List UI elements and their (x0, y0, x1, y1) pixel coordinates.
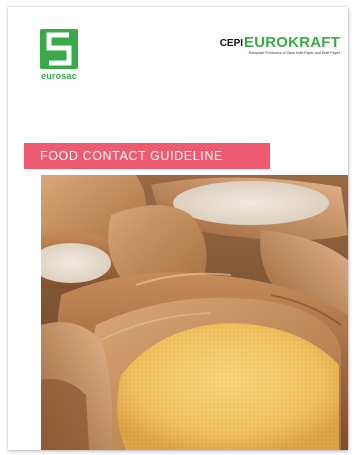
eurokraft-wordmark: EUROKRAFT (244, 34, 340, 51)
document-title: FOOD CONTACT GUIDELINE (40, 149, 223, 163)
paper-sacks-of-flour-and-cornmeal-photo (41, 175, 348, 450)
document-cover-page: eurosac CEPI EUROKRAFT European Producer… (8, 7, 348, 450)
eurosac-wordmark: eurosac (41, 71, 77, 81)
eurosac-s-logo-icon (40, 29, 78, 69)
cover-photo (41, 175, 348, 450)
cepi-eurokraft-logo: CEPI EUROKRAFT European Producers of Sac… (220, 35, 340, 55)
title-banner: FOOD CONTACT GUIDELINE (24, 143, 270, 169)
cepi-wordmark: CEPI (219, 38, 244, 49)
eurosac-logo: eurosac (40, 29, 78, 81)
cepi-tagline: European Producers of Sack Kraft Paper a… (248, 51, 340, 55)
